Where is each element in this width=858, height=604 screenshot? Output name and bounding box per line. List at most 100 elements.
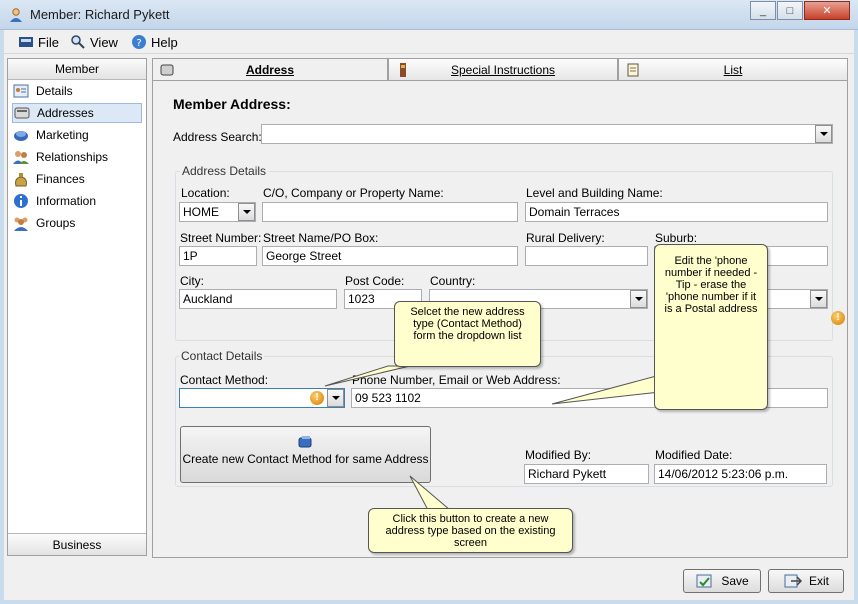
new-contact-icon: [298, 436, 312, 448]
menu-file[interactable]: File: [18, 33, 59, 51]
details-icon: [13, 84, 29, 98]
street-number-label: Street Number:: [180, 231, 262, 245]
sidebar-item-label: Details: [36, 84, 73, 98]
save-button-label: Save: [721, 574, 749, 588]
marketing-icon: [14, 131, 28, 141]
groups-icon: [14, 217, 28, 231]
maximize-button[interactable]: □: [777, 1, 803, 20]
list-icon: [627, 63, 639, 77]
city-label: City:: [180, 274, 204, 288]
sidebar-item-label: Groups: [36, 216, 76, 230]
tab-address[interactable]: Address: [152, 58, 388, 81]
close-button[interactable]: ✕: [804, 1, 850, 20]
contact-method-dropdown[interactable]: [327, 389, 344, 407]
modified-by-label: Modified By:: [525, 448, 592, 462]
addresses-icon: [14, 107, 30, 119]
menu-view-label: View: [90, 34, 118, 50]
view-icon: [71, 35, 85, 49]
chevron-down-icon: [819, 132, 828, 136]
tab-list-label: List: [723, 62, 743, 77]
sidebar-item-information[interactable]: Information: [12, 191, 96, 211]
information-icon: [14, 194, 28, 208]
warning-icon: !: [310, 391, 324, 405]
postcode-label: Post Code:: [345, 274, 405, 288]
contact-method-label: Contact Method:: [180, 373, 269, 387]
callout-phone: Edit the 'phone number if needed - Tip -…: [654, 244, 768, 410]
callout-create-button: Click this button to create a new addres…: [368, 508, 573, 553]
finances-icon: [15, 173, 27, 187]
relationships-icon: [13, 151, 29, 164]
warning-icon: !: [831, 311, 845, 325]
street-name-input[interactable]: George Street: [262, 246, 518, 266]
chevron-down-icon: [331, 396, 340, 400]
street-number-input[interactable]: 1P: [179, 246, 257, 266]
rural-delivery-label: Rural Delivery:: [526, 231, 605, 245]
sidebar-item-addresses[interactable]: Addresses: [12, 103, 142, 123]
city-input[interactable]: Auckland: [179, 289, 337, 309]
title-bar[interactable]: Member: Richard Pykett _ □ ✕: [0, 0, 858, 30]
sidebar-footer-business[interactable]: Business: [8, 533, 146, 555]
file-icon: [19, 37, 33, 47]
address-search-dropdown[interactable]: [815, 125, 832, 143]
address-details-title: Address Details: [180, 164, 269, 178]
street-name-label: Street Name/PO Box:: [263, 231, 379, 245]
member-icon: [10, 8, 22, 22]
country-label: Country:: [430, 274, 476, 288]
sidebar: Member Details Addresses Marketing Relat…: [7, 58, 147, 556]
suburb-label: Suburb:: [655, 231, 698, 245]
minimize-button[interactable]: _: [750, 1, 776, 20]
tab-special-instructions-label: Special Instructions: [450, 62, 556, 77]
chevron-down-icon: [634, 297, 643, 301]
menu-file-label: File: [38, 34, 59, 50]
tab-list[interactable]: List: [618, 58, 848, 80]
menu-help[interactable]: ? Help: [131, 33, 178, 51]
save-icon: [696, 574, 712, 588]
callout-contact-method: Selcet the new address type (Contact Met…: [394, 301, 541, 367]
create-contact-method-button[interactable]: Create new Contact Method for same Addre…: [180, 426, 431, 483]
sidebar-item-label: Finances: [36, 172, 85, 186]
co-label: C/O, Company or Property Name:: [263, 186, 444, 200]
create-contact-method-label: Create new Contact Method for same Addre…: [182, 452, 429, 466]
rural-delivery-input[interactable]: [525, 246, 648, 266]
level-label: Level and Building Name:: [526, 186, 663, 200]
page-title: Member Address:: [173, 96, 291, 112]
modified-by-value: Richard Pykett: [524, 464, 649, 484]
chevron-down-icon: [242, 210, 251, 214]
tab-special-instructions[interactable]: Special Instructions: [388, 58, 618, 80]
address-search-input[interactable]: [261, 124, 833, 144]
sidebar-item-marketing[interactable]: Marketing: [12, 125, 89, 145]
tab-address-label: Address: [245, 63, 295, 77]
help-icon: ?: [132, 35, 146, 49]
address-search-label: Address Search:: [173, 130, 262, 144]
instructions-icon: [400, 63, 406, 77]
sidebar-item-label: Relationships: [36, 150, 109, 164]
sidebar-item-relationships[interactable]: Relationships: [12, 147, 108, 167]
exit-button[interactable]: Exit: [768, 569, 844, 593]
sidebar-item-details[interactable]: Details: [12, 81, 73, 101]
exit-button-label: Exit: [808, 574, 829, 588]
menu-help-label: Help: [151, 34, 178, 50]
svg-text:?: ?: [136, 38, 141, 49]
location-dropdown[interactable]: [238, 203, 255, 221]
sidebar-item-label: Marketing: [36, 128, 89, 142]
phone-label: Phone Number, Email or Web Address:: [352, 373, 561, 387]
country-dropdown[interactable]: [630, 290, 647, 308]
exit-icon: [784, 574, 803, 588]
modified-date-label: Modified Date:: [655, 448, 733, 462]
window-title: Member: Richard Pykett: [30, 7, 170, 22]
level-input[interactable]: Domain Terraces: [525, 202, 828, 222]
chevron-down-icon: [814, 297, 823, 301]
menu-view[interactable]: View: [70, 33, 118, 51]
region-dropdown[interactable]: [810, 290, 827, 308]
modified-date-value: 14/06/2012 5:23:06 p.m.: [654, 464, 827, 484]
co-input[interactable]: [262, 202, 518, 222]
sidebar-item-finances[interactable]: Finances: [12, 169, 85, 189]
sidebar-item-groups[interactable]: Groups: [12, 213, 75, 233]
location-label: Location:: [181, 186, 230, 200]
sidebar-item-label: Information: [36, 194, 97, 208]
contact-details-title: Contact Details: [179, 349, 265, 363]
save-button[interactable]: Save: [683, 569, 761, 593]
sidebar-item-label: Addresses: [37, 106, 94, 120]
menu-bar: File View ? Help: [4, 30, 854, 54]
sidebar-header[interactable]: Member: [8, 59, 146, 80]
